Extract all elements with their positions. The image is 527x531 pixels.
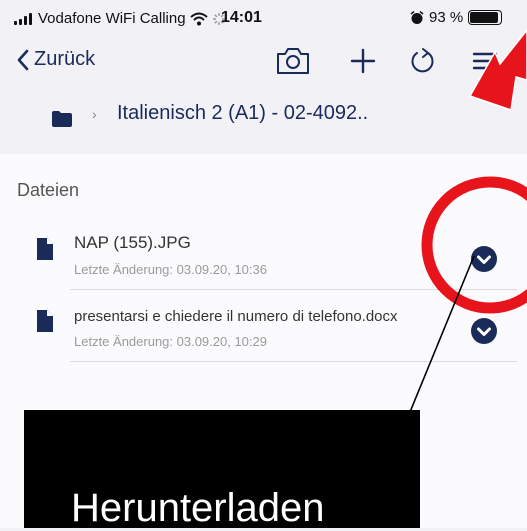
menu-icon[interactable] <box>470 46 500 76</box>
carrier-label: Vodafone WiFi Calling <box>38 10 186 27</box>
breadcrumb: › Italienisch 2 (A1) - 02-4092.. <box>0 84 527 154</box>
chevron-left-icon <box>17 49 29 70</box>
plus-icon[interactable] <box>348 46 378 76</box>
breadcrumb-separator: › <box>92 106 97 122</box>
chevron-down-icon[interactable] <box>471 318 497 344</box>
status-bar: Vodafone WiFi Calling 14:01 93 % <box>0 0 527 40</box>
breadcrumb-folder-title[interactable]: Italienisch 2 (A1) - 02-4092.. <box>117 102 368 125</box>
file-row[interactable]: presentarsi e chiedere il numero di tele… <box>0 290 527 362</box>
refresh-icon[interactable] <box>408 46 438 76</box>
battery-icon <box>468 10 503 25</box>
folder-icon <box>52 111 72 127</box>
file-modified: Letzte Änderung: 03.09.20, 10:29 <box>74 334 267 349</box>
signal-icon <box>14 12 32 25</box>
alarm-icon <box>410 10 424 24</box>
divider <box>70 361 517 362</box>
file-modified: Letzte Änderung: 03.09.20, 10:36 <box>74 262 267 277</box>
file-icon <box>37 310 53 332</box>
back-button[interactable]: Zurück <box>16 48 95 71</box>
file-name: presentarsi e chiedere il numero di tele… <box>74 308 398 325</box>
callout-box: Herunterladen <box>24 410 420 530</box>
chevron-down-icon[interactable] <box>471 246 497 272</box>
back-label: Zurück <box>34 48 96 70</box>
nav-bar: Zurück <box>0 40 527 84</box>
file-icon <box>37 238 53 260</box>
file-row[interactable]: NAP (155).JPG Letzte Änderung: 03.09.20,… <box>0 218 527 290</box>
camera-icon[interactable] <box>275 46 311 76</box>
section-title: Dateien <box>17 180 80 200</box>
wifi-icon <box>189 12 208 25</box>
callout-text: Herunterladen <box>71 486 325 530</box>
status-left: Vodafone WiFi Calling <box>14 10 226 27</box>
status-right: 93 % <box>410 9 503 26</box>
battery-percent: 93 % <box>429 9 464 26</box>
status-time: 14:01 <box>221 9 262 26</box>
file-name: NAP (155).JPG <box>74 233 191 252</box>
